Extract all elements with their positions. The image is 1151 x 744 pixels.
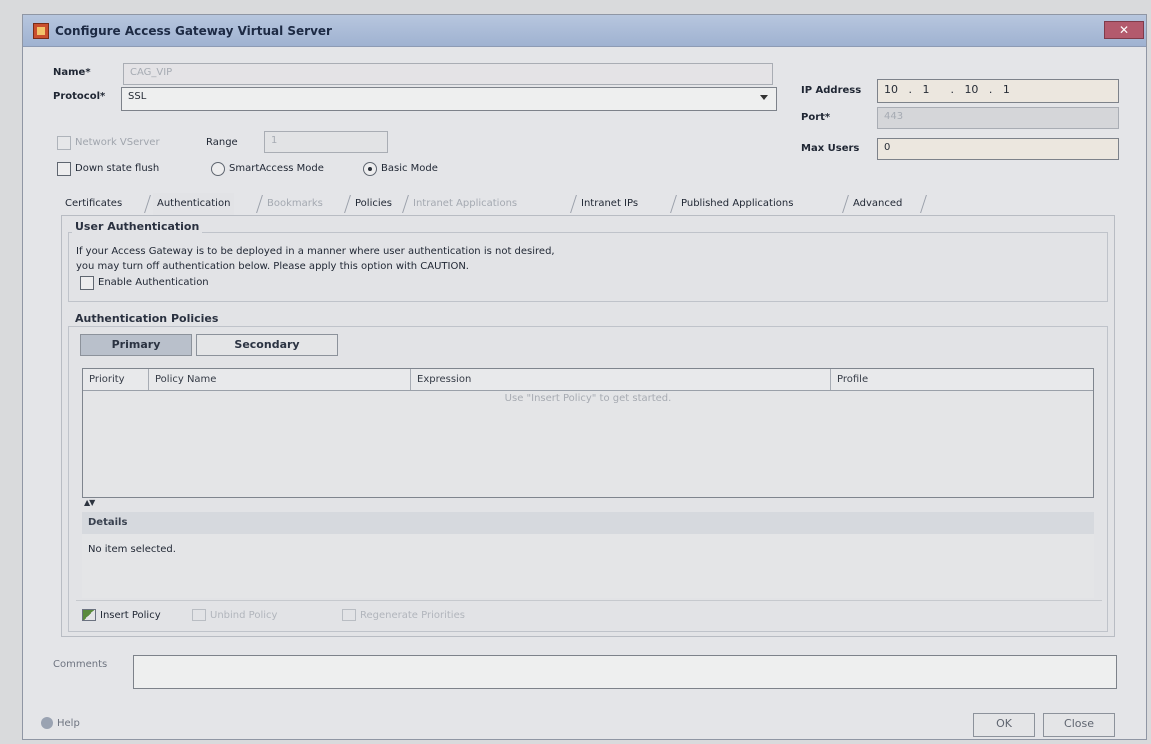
empty-table-message: Use "Insert Policy" to get started.: [504, 393, 672, 404]
smartaccess-mode-label: SmartAccess Mode: [229, 163, 324, 174]
unbind-policy-label: Unbind Policy: [210, 610, 278, 621]
protocol-select[interactable]: SSL: [121, 87, 777, 111]
policies-table[interactable]: Priority Policy Name Expression Profile …: [82, 368, 1094, 498]
policies-table-header: Priority Policy Name Expression Profile: [83, 369, 1093, 391]
ip-address-label: IP Address: [801, 85, 862, 96]
tab-separator: [402, 195, 409, 213]
range-field[interactable]: 1: [264, 131, 388, 153]
network-vserver-checkbox[interactable]: [57, 136, 71, 150]
protocol-label: Protocol*: [53, 91, 106, 102]
regenerate-priorities-label: Regenerate Priorities: [360, 610, 465, 621]
unbind-policy-button[interactable]: Unbind Policy: [192, 609, 277, 621]
range-label: Range: [206, 137, 238, 148]
tab-published-applications[interactable]: Published Applications: [677, 193, 797, 215]
tab-separator: [344, 195, 351, 213]
help-icon: [41, 717, 53, 729]
user-auth-description-1: If your Access Gateway is to be deployed…: [76, 246, 555, 257]
network-vserver-label: Network VServer: [75, 137, 160, 148]
comments-field[interactable]: [133, 655, 1117, 689]
tab-separator: [256, 195, 263, 213]
details-text: No item selected.: [88, 544, 176, 555]
tab-authentication[interactable]: Authentication: [153, 193, 235, 215]
tab-intranet-ips[interactable]: Intranet IPs: [577, 193, 642, 215]
tab-separator: [670, 195, 677, 213]
max-users-label: Max Users: [801, 143, 860, 154]
insert-policy-label: Insert Policy: [100, 610, 161, 621]
enable-authentication-label: Enable Authentication: [98, 277, 209, 288]
user-authentication-title: User Authentication: [72, 220, 203, 233]
basic-mode-label: Basic Mode: [381, 163, 438, 174]
window-title: Configure Access Gateway Virtual Server: [55, 24, 332, 38]
tab-certificates[interactable]: Certificates: [61, 193, 126, 215]
insert-policy-icon: [82, 609, 96, 621]
comments-label: Comments: [53, 659, 108, 670]
details-pane: Details No item selected.: [82, 512, 1094, 598]
user-auth-description-2: you may turn off authentication below. P…: [76, 261, 469, 272]
regenerate-priorities-button[interactable]: Regenerate Priorities: [342, 609, 465, 621]
chevron-down-icon: [760, 95, 768, 100]
close-button[interactable]: Close: [1043, 713, 1115, 737]
tab-separator: [842, 195, 849, 213]
help-link[interactable]: Help: [41, 717, 80, 729]
secondary-tab-button[interactable]: Secondary: [196, 334, 338, 356]
basic-mode-radio[interactable]: [363, 162, 377, 176]
enable-authentication-checkbox[interactable]: [80, 276, 94, 290]
splitter-arrows-icon[interactable]: ▲▼: [84, 498, 95, 507]
ip-address-value: 10 . 1 . 10 . 1: [884, 83, 1010, 96]
name-label: Name*: [53, 67, 91, 78]
port-label: Port*: [801, 112, 831, 123]
help-label: Help: [57, 718, 80, 729]
ok-button[interactable]: OK: [973, 713, 1035, 737]
column-policy-name[interactable]: Policy Name: [149, 369, 411, 390]
policy-toolbar: Insert Policy Unbind Policy Regenerate P…: [76, 600, 1102, 628]
column-profile[interactable]: Profile: [831, 369, 1093, 390]
java-app-icon: [33, 23, 49, 39]
details-title: Details: [82, 512, 1094, 534]
regenerate-priorities-icon: [342, 609, 356, 621]
tab-separator: [144, 195, 151, 213]
tab-separator: [570, 195, 577, 213]
column-expression[interactable]: Expression: [411, 369, 831, 390]
smartaccess-mode-radio[interactable]: [211, 162, 225, 176]
name-field[interactable]: CAG_VIP: [123, 63, 773, 85]
authentication-panel: User Authentication If your Access Gatew…: [61, 215, 1115, 637]
insert-policy-button[interactable]: Insert Policy: [82, 609, 161, 621]
tab-separator: [920, 195, 927, 213]
tab-bookmarks[interactable]: Bookmarks: [263, 193, 327, 215]
title-bar[interactable]: Configure Access Gateway Virtual Server …: [23, 15, 1146, 47]
window-close-button[interactable]: ✕: [1104, 21, 1144, 39]
protocol-value: SSL: [128, 91, 147, 102]
port-field[interactable]: 443: [877, 107, 1119, 129]
tab-intranet-applications[interactable]: Intranet Applications: [409, 193, 521, 215]
dialog-window: Configure Access Gateway Virtual Server …: [22, 14, 1147, 740]
down-state-flush-label: Down state flush: [75, 163, 160, 174]
unbind-policy-icon: [192, 609, 206, 621]
tab-policies[interactable]: Policies: [351, 193, 396, 215]
authentication-policies-title: Authentication Policies: [72, 312, 222, 325]
tab-advanced[interactable]: Advanced: [849, 193, 906, 215]
down-state-flush-checkbox[interactable]: [57, 162, 71, 176]
primary-tab-button[interactable]: Primary: [80, 334, 192, 356]
column-priority[interactable]: Priority: [83, 369, 149, 390]
ip-address-field[interactable]: 10 . 1 . 10 . 1: [877, 79, 1119, 103]
max-users-field[interactable]: 0: [877, 138, 1119, 160]
